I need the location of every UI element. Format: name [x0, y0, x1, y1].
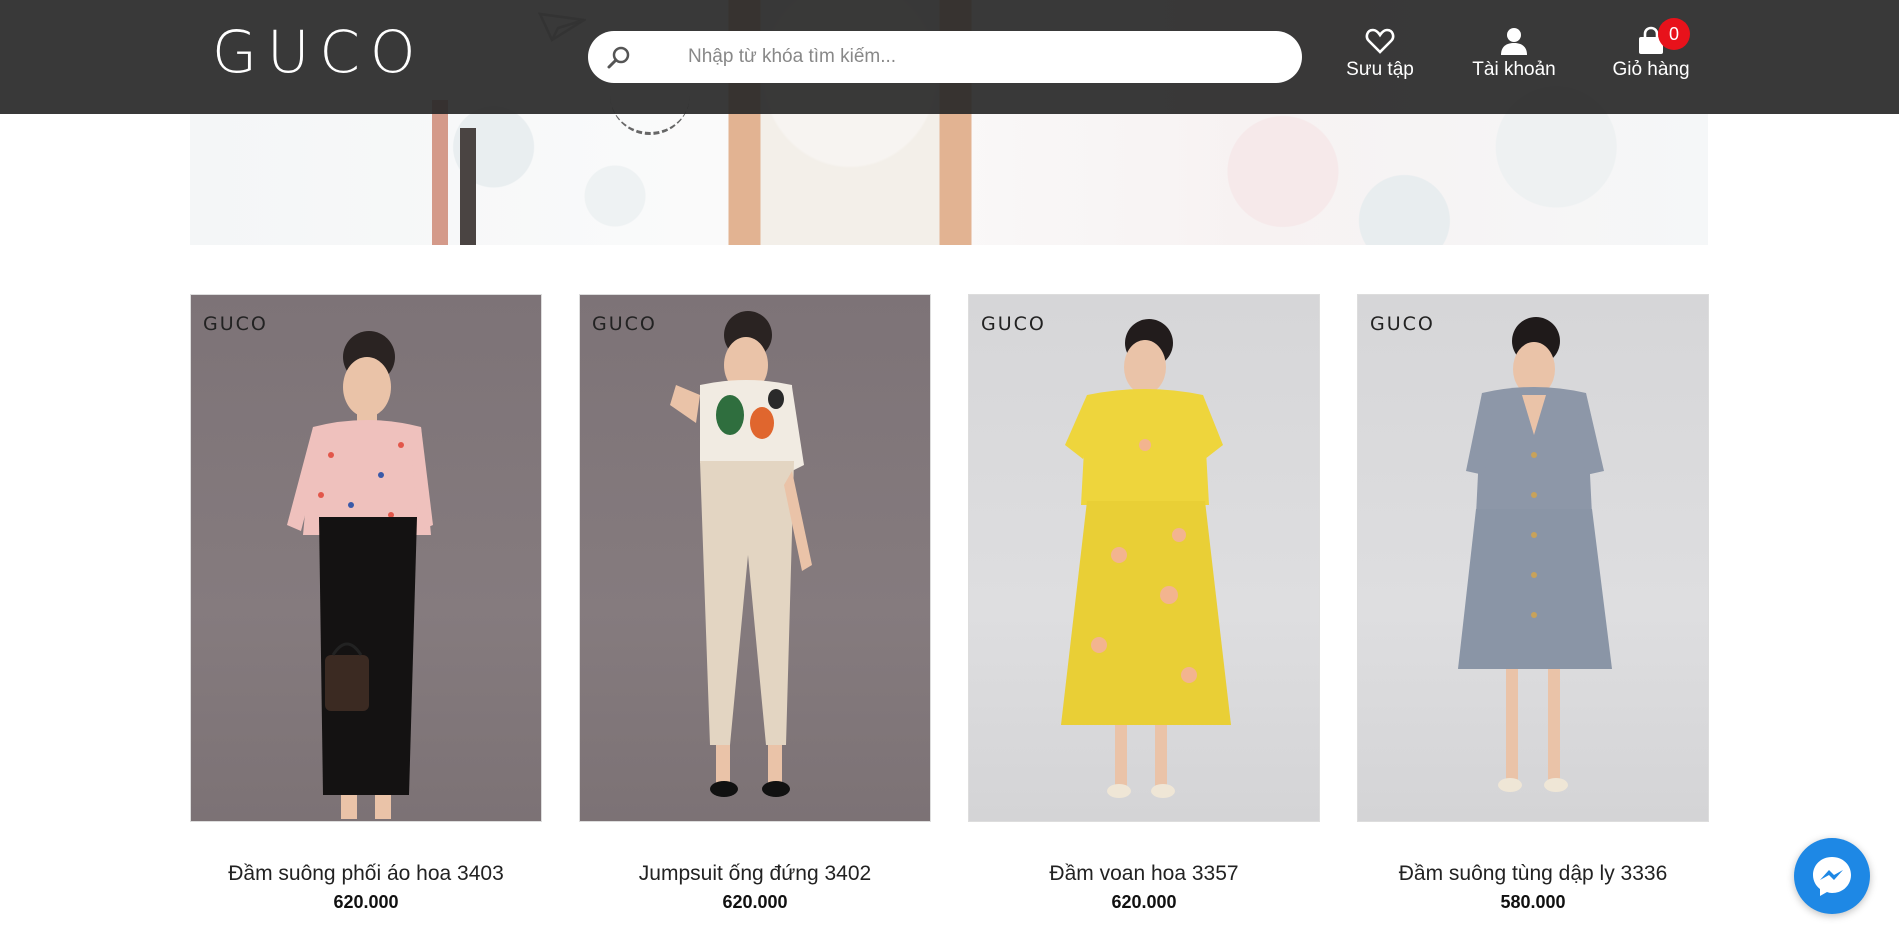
brand-watermark: GUCO — [1370, 313, 1435, 335]
search-icon[interactable] — [606, 44, 632, 70]
nav-cart[interactable]: Giỏ hàng 0 — [1608, 18, 1694, 86]
product-name[interactable]: Đầm voan hoa 3357 — [968, 860, 1320, 888]
product-price: 620.000 — [722, 892, 788, 912]
banner-decor-stripe — [432, 100, 448, 245]
user-icon — [1501, 28, 1527, 55]
nav-account-label: Tài khoản — [1472, 59, 1556, 80]
site-header: GUCO Sưu tập Tài khoản Giỏ hàng 0 — [0, 0, 1899, 114]
brand-watermark: GUCO — [203, 313, 268, 335]
cart-count-badge: 0 — [1658, 18, 1690, 50]
brand-watermark: GUCO — [981, 313, 1046, 335]
messenger-icon — [1813, 857, 1851, 896]
model-figure — [287, 331, 433, 819]
product-image[interactable]: GUCO — [1357, 294, 1709, 822]
nav-collection-label: Sưu tập — [1346, 59, 1414, 80]
nav-cart-label: Giỏ hàng — [1612, 59, 1690, 80]
nav-account[interactable]: Tài khoản — [1466, 26, 1562, 86]
site-logo[interactable]: GUCO — [212, 20, 426, 84]
product-card[interactable]: GUCO Đầm suông tùng dập ly 3336 580.000 — [1357, 294, 1709, 914]
search-bar — [588, 31, 1302, 83]
brand-watermark: GUCO — [592, 313, 657, 335]
product-image[interactable]: GUCO — [968, 294, 1320, 822]
product-name[interactable]: Đầm suông tùng dập ly 3336 — [1357, 860, 1709, 888]
product-card[interactable]: GUCO Đầm voan hoa 3357 620.000 — [968, 294, 1320, 914]
model-figure — [670, 311, 812, 797]
nav-collection[interactable]: Sưu tập — [1340, 26, 1420, 86]
product-price: 620.000 — [1111, 892, 1177, 912]
banner-decor-stripe — [460, 128, 476, 245]
model-figure — [1458, 317, 1612, 792]
search-input[interactable] — [688, 39, 1278, 75]
product-price: 580.000 — [1500, 892, 1566, 912]
messenger-chat-button[interactable] — [1794, 838, 1870, 914]
product-card[interactable]: GUCO Jumpsuit ống đứng 3402 620.000 — [579, 294, 931, 914]
product-image[interactable]: GUCO — [579, 294, 931, 822]
heart-icon — [1365, 28, 1395, 54]
product-card[interactable]: GUCO Đầm suông phối áo hoa 3403 620.000 — [190, 294, 542, 914]
product-name[interactable]: Đầm suông phối áo hoa 3403 — [190, 860, 542, 888]
product-price: 620.000 — [333, 892, 399, 912]
product-image[interactable]: GUCO — [190, 294, 542, 822]
paper-plane-icon — [538, 12, 586, 42]
product-name[interactable]: Jumpsuit ống đứng 3402 — [579, 860, 931, 888]
model-figure — [1061, 319, 1231, 798]
